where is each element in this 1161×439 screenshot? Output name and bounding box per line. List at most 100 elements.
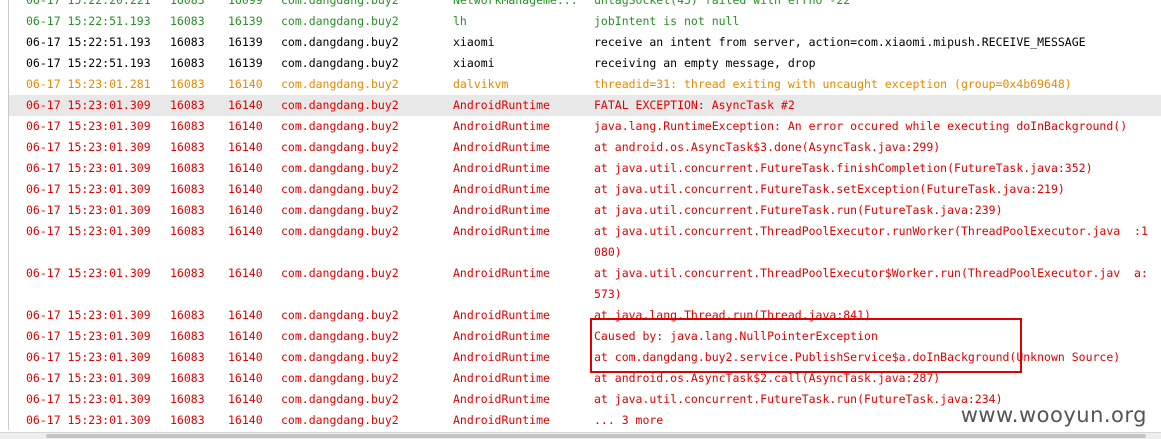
log-text: at android.os.AsyncTask$3.done(AsyncTask… [594, 140, 941, 154]
log-application: com.dangdang.buy2 [281, 14, 399, 28]
log-tid: 16140 [228, 413, 263, 427]
log-row[interactable]: 06-17 15:23:01.309 16083 16140 com.dangdang… [0, 347, 1161, 368]
log-application: com.dangdang.buy2 [281, 0, 399, 7]
log-tag: AndroidRuntime [453, 392, 550, 406]
log-application: com.dangdang.buy2 [281, 329, 399, 343]
log-tag: AndroidRuntime [453, 224, 550, 238]
log-application: com.dangdang.buy2 [281, 77, 399, 91]
log-date: 06-17 15:23:01.309 [26, 266, 151, 280]
log-row[interactable]: 06-17 15:23:01.309 16083 16140 com.dangdang… [0, 200, 1161, 221]
log-tag: NetworkManageme... [453, 0, 578, 7]
log-application: com.dangdang.buy2 [281, 308, 399, 322]
log-text: untagSocket(45) failed with errno -22 [594, 0, 851, 7]
log-tid: 16140 [228, 224, 263, 238]
log-tid: 16099 [228, 0, 263, 7]
log-text: at java.lang.Thread.run(Thread.java:841) [594, 308, 871, 322]
log-pid: 16083 [170, 329, 205, 343]
log-row[interactable]: 06-17 15:23:01.309 16083 16140 com.dangdang… [0, 221, 1161, 263]
log-pid: 16083 [170, 182, 205, 196]
log-date: 06-17 15:22:20.221 [26, 0, 151, 7]
log-application: com.dangdang.buy2 [281, 182, 399, 196]
log-row[interactable]: 06-17 15:23:01.309 16083 16140 com.dangdang… [0, 158, 1161, 179]
log-application: com.dangdang.buy2 [281, 371, 399, 385]
log-tag: AndroidRuntime [453, 371, 550, 385]
log-application: com.dangdang.buy2 [281, 266, 399, 280]
log-tag: lh [453, 14, 467, 28]
log-tag: AndroidRuntime [453, 140, 550, 154]
log-tid: 16140 [228, 329, 263, 343]
log-text: receiving an empty message, drop [594, 56, 816, 70]
log-tid: 16140 [228, 98, 263, 112]
log-date: 06-17 15:23:01.309 [26, 119, 151, 133]
log-pid: 16083 [170, 224, 205, 238]
log-date: 06-17 15:22:51.193 [26, 56, 151, 70]
log-date: 06-17 15:23:01.309 [26, 308, 151, 322]
log-row[interactable]: 06-17 15:23:01.309 16083 16140 com.dangdang… [0, 179, 1161, 200]
log-application: com.dangdang.buy2 [281, 119, 399, 133]
log-date: 06-17 15:23:01.309 [26, 392, 151, 406]
log-application: com.dangdang.buy2 [281, 56, 399, 70]
horizontal-scrollbar[interactable] [0, 432, 1161, 439]
log-tag: AndroidRuntime [453, 182, 550, 196]
log-tid: 16140 [228, 77, 263, 91]
log-row[interactable]: 06-17 15:23:01.281 16083 16140 com.dangdang… [0, 74, 1161, 95]
log-text: threadid=31: thread exiting with uncaugh… [594, 77, 1072, 91]
log-tag: xiaomi [453, 56, 495, 70]
log-date: 06-17 15:23:01.309 [26, 140, 151, 154]
log-date: 06-17 15:23:01.309 [26, 224, 151, 238]
log-row[interactable]: 06-17 15:23:01.309 16083 16140 com.dangdang… [0, 326, 1161, 347]
log-row[interactable]: 06-17 15:23:01.309 16083 16140 com.dangdang… [0, 305, 1161, 326]
log-pid: 16083 [170, 413, 205, 427]
log-application: com.dangdang.buy2 [281, 203, 399, 217]
log-date: 06-17 15:23:01.281 [26, 77, 151, 91]
log-tid: 16139 [228, 56, 263, 70]
log-tid: 16140 [228, 203, 263, 217]
log-row[interactable]: 06-17 15:22:51.193 16083 16139 com.dangdang… [0, 53, 1161, 74]
log-pid: 16083 [170, 392, 205, 406]
log-row[interactable]: 06-17 15:23:01.309 16083 16140 com.dangdang… [0, 263, 1161, 305]
log-pid: 16083 [170, 98, 205, 112]
log-tid: 16140 [228, 371, 263, 385]
log-text: at java.util.concurrent.FutureTask.finis… [594, 161, 1093, 175]
log-tid: 16140 [228, 392, 263, 406]
log-row[interactable]: 06-17 15:23:01.309 16083 16140 com.dangdang… [0, 368, 1161, 389]
log-date: 06-17 15:23:01.309 [26, 182, 151, 196]
log-tid: 16140 [228, 119, 263, 133]
log-tid: 16140 [228, 161, 263, 175]
log-date: 06-17 15:23:01.309 [26, 413, 151, 427]
log-date: 06-17 15:23:01.309 [26, 329, 151, 343]
log-application: com.dangdang.buy2 [281, 161, 399, 175]
log-tag: AndroidRuntime [453, 119, 550, 133]
log-tag: AndroidRuntime [453, 329, 550, 343]
log-tid: 16140 [228, 266, 263, 280]
log-row[interactable]: 06-17 15:23:01.309 16083 16140 com.dangdang… [0, 95, 1161, 116]
log-text: at java.util.concurrent.ThreadPoolExecut… [594, 224, 1148, 259]
scrollbar-thumb[interactable] [46, 434, 1146, 438]
log-tag: AndroidRuntime [453, 203, 550, 217]
logcat-view[interactable]: 06-17 15:22:20.221 16083 16099 com.dangdang… [0, 0, 1161, 430]
log-pid: 16083 [170, 14, 205, 28]
log-text: FATAL EXCEPTION: AsyncTask #2 [594, 98, 795, 112]
log-pid: 16083 [170, 0, 205, 7]
log-tag: AndroidRuntime [453, 350, 550, 364]
log-row[interactable]: 06-17 15:23:01.309 16083 16140 com.dangdang… [0, 137, 1161, 158]
watermark: www.wooyun.org [960, 403, 1147, 427]
log-pid: 16083 [170, 350, 205, 364]
log-tid: 16139 [228, 14, 263, 28]
log-text: java.lang.RuntimeException: An error occ… [594, 119, 1128, 133]
log-application: com.dangdang.buy2 [281, 224, 399, 238]
log-text: receive an intent from server, action=co… [594, 35, 1086, 49]
log-tag: xiaomi [453, 35, 495, 49]
log-row[interactable]: 06-17 15:22:20.221 16083 16099 com.dangdang… [0, 0, 1161, 11]
log-row[interactable]: 06-17 15:23:01.309 16083 16140 com.dangdang… [0, 116, 1161, 137]
log-pid: 16083 [170, 203, 205, 217]
log-text: Caused by: java.lang.NullPointerExceptio… [594, 329, 878, 343]
log-pid: 16083 [170, 35, 205, 49]
log-date: 06-17 15:23:01.309 [26, 350, 151, 364]
log-date: 06-17 15:23:01.309 [26, 371, 151, 385]
log-row[interactable]: 06-17 15:22:51.193 16083 16139 com.dangdang… [0, 11, 1161, 32]
log-application: com.dangdang.buy2 [281, 98, 399, 112]
log-application: com.dangdang.buy2 [281, 350, 399, 364]
log-pid: 16083 [170, 371, 205, 385]
log-row[interactable]: 06-17 15:22:51.193 16083 16139 com.dangdang… [0, 32, 1161, 53]
